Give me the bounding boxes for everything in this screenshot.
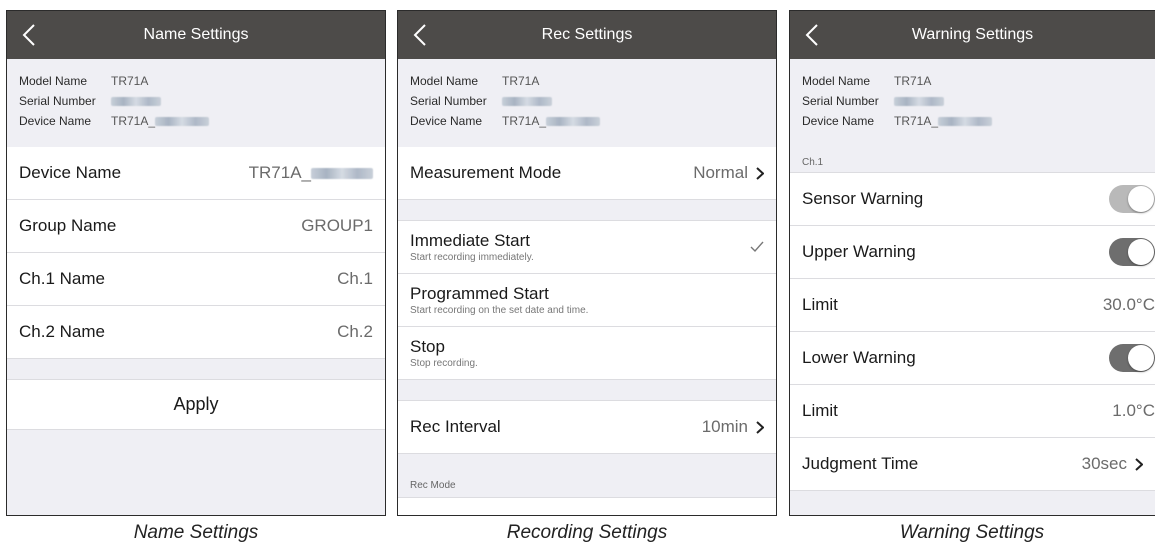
rec-mode-row[interactable] (398, 498, 776, 515)
info-row-serial: Serial Number (410, 91, 764, 111)
nav-bar: Name Settings (7, 11, 385, 59)
channel-section-header: Ch.1 (790, 135, 1155, 173)
back-chevron-icon[interactable] (804, 23, 820, 47)
nav-bar: Warning Settings (790, 11, 1155, 59)
page-title: Name Settings (143, 26, 249, 43)
info-row-serial: Serial Number (802, 91, 1143, 111)
info-row-device: Device Name TR71A_ (802, 111, 1143, 131)
lower-warning-toggle[interactable] (1109, 344, 1155, 372)
lower-limit-row[interactable]: Limit 1.0°C (790, 385, 1155, 438)
redacted-serial (546, 117, 601, 127)
chevron-right-icon (756, 420, 764, 434)
device-info: Model Name TR71A Serial Number Device Na… (7, 59, 385, 147)
upper-warning-toggle[interactable] (1109, 238, 1155, 266)
redacted-serial (502, 97, 552, 107)
nav-bar: Rec Settings (398, 11, 776, 59)
sensor-warning-toggle[interactable] (1109, 185, 1155, 213)
sensor-warning-row: Sensor Warning (790, 173, 1155, 226)
back-chevron-icon[interactable] (412, 23, 428, 47)
upper-warning-row: Upper Warning (790, 226, 1155, 279)
upper-limit-row[interactable]: Limit 30.0°C (790, 279, 1155, 332)
redacted-serial (111, 97, 161, 107)
programmed-start-option[interactable]: Programmed Start Start recording on the … (398, 274, 776, 327)
rec-settings-screen: Rec Settings Model Name TR71A Serial Num… (397, 10, 777, 516)
back-chevron-icon[interactable] (21, 23, 37, 47)
chevron-right-icon (756, 166, 764, 180)
judgment-time-row[interactable]: Judgment Time 30sec (790, 438, 1155, 491)
rec-interval-row[interactable]: Rec Interval 10min (398, 401, 776, 454)
redacted-serial (938, 117, 993, 127)
ch1-name-row[interactable]: Ch.1 Name Ch.1 (7, 253, 385, 306)
redacted-serial (894, 97, 944, 107)
spacer (7, 359, 385, 380)
page-title: Warning Settings (911, 26, 1034, 43)
info-row-model: Model Name TR71A (410, 74, 540, 88)
apply-button[interactable]: Apply (7, 380, 385, 430)
immediate-start-option[interactable]: Immediate Start Start recording immediat… (398, 221, 776, 274)
page-title: Rec Settings (541, 26, 633, 43)
info-row-serial: Serial Number (19, 91, 373, 111)
checkmark-icon (750, 241, 764, 253)
name-settings-screen: Name Settings Model Name TR71A Serial Nu… (6, 10, 386, 516)
info-row-model: Model Name TR71A (19, 74, 149, 88)
measurement-mode-row[interactable]: Measurement Mode Normal (398, 147, 776, 200)
caption-recording-settings: Recording Settings (506, 522, 668, 543)
lower-warning-row: Lower Warning (790, 332, 1155, 385)
info-row-device: Device Name TR71A_ (410, 111, 764, 131)
redacted-serial (155, 117, 210, 127)
chevron-right-icon (1135, 457, 1143, 471)
spacer (398, 200, 776, 221)
rec-mode-section-header: Rec Mode (398, 454, 776, 498)
warning-settings-screen: Warning Settings Model Name TR71A Serial… (789, 10, 1155, 516)
device-name-row[interactable]: Device Name TR71A_ (7, 147, 385, 200)
caption-warning-settings: Warning Settings (899, 522, 1045, 543)
device-info: Model Name TR71A Serial Number Device Na… (790, 59, 1155, 135)
device-info: Model Name TR71A Serial Number Device Na… (398, 59, 776, 147)
ch2-name-row[interactable]: Ch.2 Name Ch.2 (7, 306, 385, 359)
spacer (398, 380, 776, 401)
group-name-row[interactable]: Group Name GROUP1 (7, 200, 385, 253)
stop-option[interactable]: Stop Stop recording. (398, 327, 776, 380)
info-row-model: Model Name TR71A (802, 74, 932, 88)
info-row-device: Device Name TR71A_ (19, 111, 373, 131)
redacted-serial (311, 167, 373, 179)
caption-name-settings: Name Settings (133, 522, 259, 543)
